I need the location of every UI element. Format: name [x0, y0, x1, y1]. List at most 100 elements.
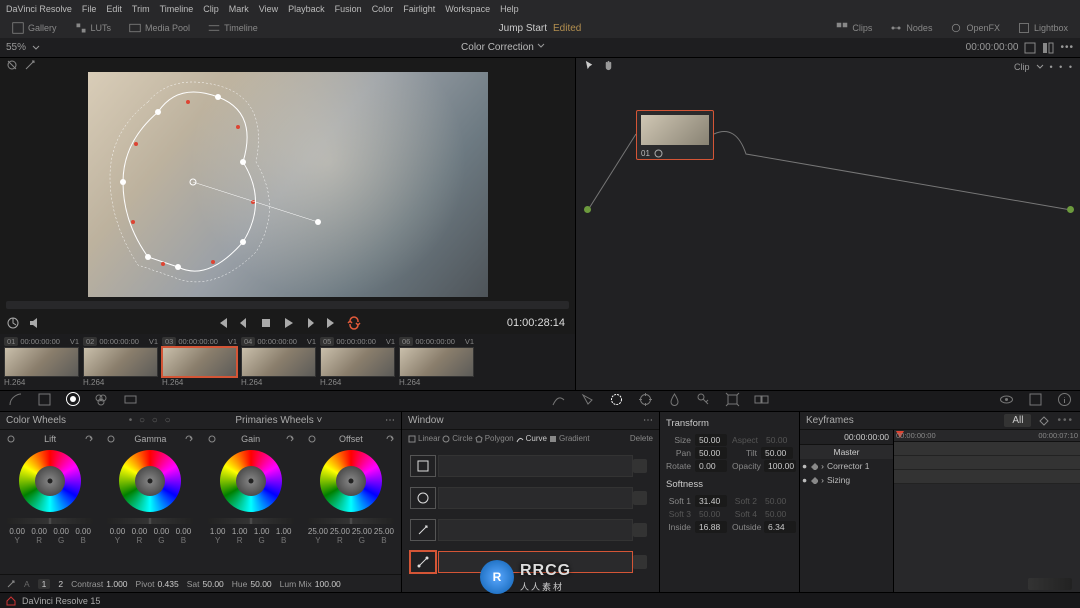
- field-value[interactable]: 50.00: [762, 434, 794, 446]
- colorwheels-icon[interactable]: [66, 392, 80, 410]
- curves-icon[interactable]: [8, 392, 23, 410]
- win-curve[interactable]: Curve: [516, 434, 547, 443]
- kf-lane[interactable]: [894, 442, 1080, 456]
- win-invert[interactable]: [633, 459, 647, 473]
- timeline-tab[interactable]: Timeline: [200, 22, 266, 34]
- kf-lane[interactable]: [894, 470, 1080, 484]
- field-value[interactable]: 50.00: [695, 434, 727, 446]
- field-value[interactable]: 50.00: [761, 508, 793, 520]
- color-wheel-gamma[interactable]: Gamma 0.000.000.000.00 YRGB: [100, 430, 200, 574]
- win-circle[interactable]: Circle: [442, 434, 472, 443]
- menu-item[interactable]: Edit: [106, 4, 122, 14]
- keyframe-view-icon[interactable]: [999, 392, 1014, 410]
- first-frame-icon[interactable]: [215, 316, 229, 330]
- next-frame-icon[interactable]: [303, 316, 317, 330]
- win-polygon[interactable]: Polygon: [475, 434, 514, 443]
- kf-master[interactable]: Master: [800, 445, 893, 459]
- marker-icon[interactable]: [6, 316, 20, 330]
- clip-thumbnail[interactable]: 0300:00:00:00V1H.264: [162, 336, 237, 388]
- luts-tab[interactable]: LUTs: [67, 22, 120, 34]
- rgb-mixer-icon[interactable]: [94, 392, 109, 410]
- key-icon[interactable]: [696, 392, 711, 410]
- split-icon[interactable]: [1042, 42, 1054, 54]
- field-value[interactable]: 6.34: [764, 521, 796, 533]
- stereo-icon[interactable]: [754, 392, 769, 410]
- color-wheel-lift[interactable]: Lift 0.000.000.000.00 YRGB: [0, 430, 100, 574]
- nodes-tab[interactable]: Nodes: [882, 22, 940, 34]
- node-editor[interactable]: Clip • • • 01: [576, 58, 1080, 390]
- wand-icon[interactable]: [24, 59, 36, 71]
- field-value[interactable]: 100.00: [764, 460, 796, 472]
- color-wheel-offset[interactable]: Offset 25.0025.0025.0025.00 YRGB: [301, 430, 401, 574]
- kf-track[interactable]: ●›Sizing: [800, 473, 893, 487]
- prev-frame-icon[interactable]: [237, 316, 251, 330]
- clip-thumbnail[interactable]: 0500:00:00:00V1H.264: [320, 336, 395, 388]
- curves-icon[interactable]: [551, 392, 566, 410]
- qualifier-icon[interactable]: [580, 392, 595, 410]
- field-value[interactable]: 50.00: [695, 508, 727, 520]
- color-wheel-gain[interactable]: Gain 1.001.001.001.00 YRGB: [201, 430, 301, 574]
- menu-item[interactable]: Clip: [203, 4, 219, 14]
- win-invert[interactable]: [633, 491, 647, 505]
- chevron-down-icon[interactable]: [32, 44, 40, 52]
- node-graph-output[interactable]: [1067, 206, 1074, 213]
- page-1[interactable]: 1: [38, 579, 51, 589]
- win-linear[interactable]: Linear: [408, 434, 440, 443]
- play-icon[interactable]: [281, 316, 295, 330]
- gallery-tab[interactable]: Gallery: [4, 22, 65, 34]
- menu-item[interactable]: Fairlight: [403, 4, 435, 14]
- power-window-mask[interactable]: [88, 72, 488, 297]
- sizing-icon[interactable]: [725, 392, 740, 410]
- viewer-mode[interactable]: Color Correction: [461, 42, 534, 53]
- motion-icon[interactable]: [123, 392, 138, 410]
- lightbox-tab[interactable]: Lightbox: [1010, 22, 1076, 34]
- field-value[interactable]: 0.00: [695, 460, 727, 472]
- viewer-scrubber[interactable]: [6, 301, 569, 308]
- openfx-tab[interactable]: OpenFX: [942, 22, 1008, 34]
- menu-item[interactable]: View: [259, 4, 278, 14]
- menu-item[interactable]: File: [82, 4, 97, 14]
- speaker-icon[interactable]: [28, 316, 42, 330]
- menu-item[interactable]: DaVinci Resolve: [6, 4, 72, 14]
- menu-item[interactable]: Playback: [288, 4, 325, 14]
- kf-all[interactable]: All: [1004, 414, 1031, 427]
- menu-item[interactable]: Trim: [132, 4, 150, 14]
- kf-snap-icon[interactable]: [1039, 416, 1049, 426]
- page-2[interactable]: 2: [58, 579, 63, 589]
- info-icon[interactable]: [1057, 392, 1072, 410]
- field-value[interactable]: 50.00: [761, 495, 793, 507]
- tracker-icon[interactable]: [638, 392, 653, 410]
- corrector-node[interactable]: 01: [636, 110, 714, 160]
- wheels-mode[interactable]: Primaries Wheels: [235, 415, 313, 426]
- opts-icon[interactable]: ⋯: [385, 415, 395, 426]
- bypass-icon[interactable]: [6, 59, 18, 71]
- opts-icon[interactable]: •••: [1057, 415, 1074, 426]
- kf-track[interactable]: ●›Corrector 1: [800, 459, 893, 473]
- opts-icon[interactable]: ⋯: [643, 415, 653, 426]
- clip-thumbnail[interactable]: 0200:00:00:00V1H.264: [83, 336, 158, 388]
- loop-icon[interactable]: [347, 316, 361, 330]
- menu-item[interactable]: Workspace: [445, 4, 490, 14]
- primaries-icon[interactable]: [37, 392, 52, 410]
- menu-item[interactable]: Fusion: [335, 4, 362, 14]
- win-shape-circle[interactable]: [410, 487, 436, 509]
- opts-icon[interactable]: •••: [1060, 42, 1074, 53]
- scopes-icon[interactable]: [1028, 392, 1043, 410]
- clip-thumbnail[interactable]: 0400:00:00:00V1H.264: [241, 336, 316, 388]
- zoom-level[interactable]: 55%: [6, 42, 26, 53]
- menu-item[interactable]: Help: [500, 4, 519, 14]
- node-graph-input[interactable]: [584, 206, 591, 213]
- win-shape-curve-active[interactable]: [410, 551, 436, 573]
- win-invert[interactable]: [633, 555, 647, 569]
- field-value[interactable]: 31.40: [695, 495, 727, 507]
- menu-item[interactable]: Color: [372, 4, 394, 14]
- win-gradient[interactable]: Gradient: [549, 434, 590, 443]
- clips-tab[interactable]: Clips: [828, 22, 880, 34]
- home-icon[interactable]: [6, 596, 16, 606]
- media-pool-tab[interactable]: Media Pool: [121, 22, 198, 34]
- win-invert[interactable]: [633, 523, 647, 537]
- last-frame-icon[interactable]: [325, 316, 339, 330]
- blur-icon[interactable]: [667, 392, 682, 410]
- viewer-image[interactable]: [88, 72, 488, 297]
- stop-icon[interactable]: [259, 316, 273, 330]
